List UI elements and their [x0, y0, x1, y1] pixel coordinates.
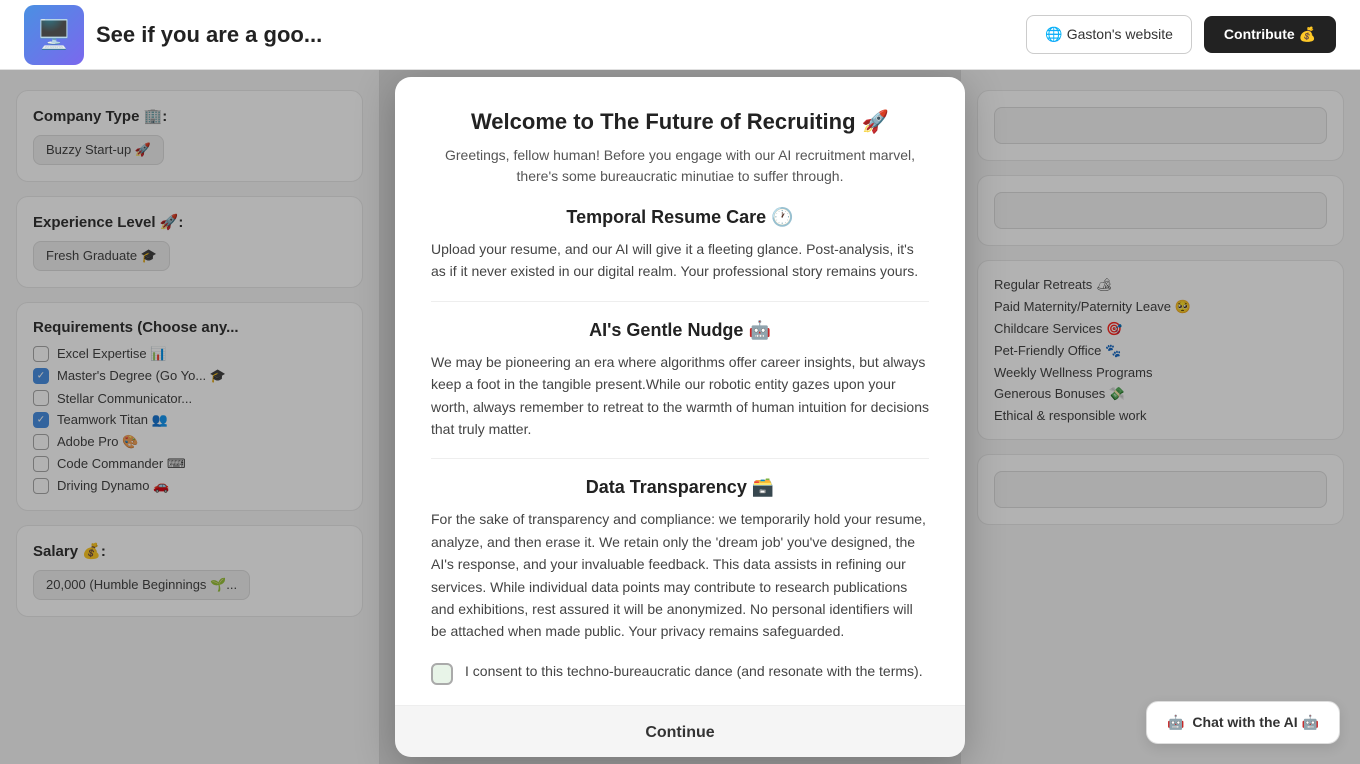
modal-box: Welcome to The Future of Recruiting 🚀 Gr… — [395, 77, 965, 757]
chat-icon: 🤖 — [1167, 714, 1184, 731]
divider-1 — [431, 301, 929, 302]
topnav-right: 🌐 Gaston's website Contribute 💰 — [1026, 15, 1336, 54]
consent-row: I consent to this techno-bureaucratic da… — [431, 661, 929, 685]
website-button[interactable]: 🌐 Gaston's website — [1026, 15, 1192, 54]
topnav-left: 🖥️ See if you are a goo... — [24, 5, 322, 65]
chat-ai-button[interactable]: 🤖 Chat with the AI 🤖 — [1146, 701, 1340, 744]
page-title: See if you are a goo... — [96, 22, 322, 48]
nudge-title: AI's Gentle Nudge 🤖 — [431, 320, 929, 341]
consent-text: I consent to this techno-bureaucratic da… — [465, 661, 923, 682]
modal-title: Welcome to The Future of Recruiting 🚀 — [431, 109, 929, 135]
topnav: 🖥️ See if you are a goo... 🌐 Gaston's we… — [0, 0, 1360, 70]
temporal-title: Temporal Resume Care 🕐 — [431, 207, 929, 228]
divider-2 — [431, 458, 929, 459]
transparency-body: For the sake of transparency and complia… — [431, 508, 929, 642]
nudge-body: We may be pioneering an era where algori… — [431, 351, 929, 441]
transparency-title: Data Transparency 🗃️ — [431, 477, 929, 498]
logo-icon: 🖥️ — [24, 5, 84, 65]
modal-intro: Greetings, fellow human! Before you enga… — [431, 145, 929, 187]
logo-emoji: 🖥️ — [37, 18, 72, 51]
contribute-button[interactable]: Contribute 💰 — [1204, 16, 1336, 53]
temporal-body: Upload your resume, and our AI will give… — [431, 238, 929, 283]
modal-overlay: Welcome to The Future of Recruiting 🚀 Gr… — [0, 70, 1360, 764]
chat-label: Chat with the AI 🤖 — [1192, 714, 1319, 731]
consent-checkbox[interactable] — [431, 663, 453, 685]
continue-button[interactable]: Continue — [395, 705, 965, 757]
